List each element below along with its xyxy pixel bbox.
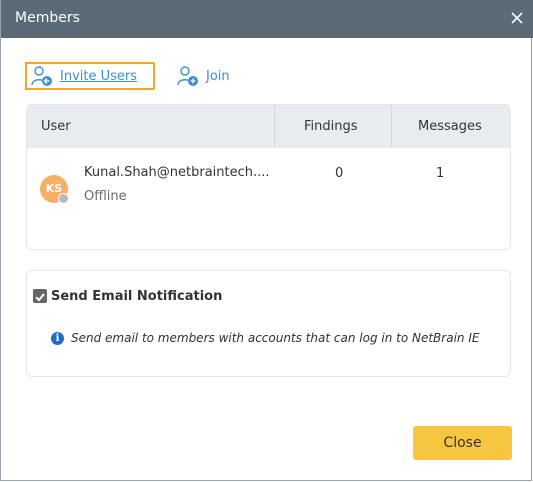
close-button[interactable]: Close	[413, 426, 512, 460]
members-table: User Findings Messages KS Kunal.Shah@net…	[26, 104, 511, 250]
table-header: User Findings Messages	[27, 105, 510, 148]
notification-panel: Send Email Notification i Send email to …	[26, 270, 511, 377]
column-divider	[274, 105, 275, 148]
dialog-title: Members	[15, 10, 80, 26]
info-icon: i	[51, 332, 64, 345]
join-user-icon	[177, 66, 198, 86]
column-header-user[interactable]: User	[41, 105, 71, 148]
member-messages: 1	[436, 166, 445, 181]
notification-info-text: Send email to members with accounts that…	[71, 331, 480, 345]
join-button[interactable]: Join	[176, 63, 230, 89]
member-status: Offline	[84, 189, 127, 204]
column-divider	[391, 105, 392, 148]
invite-user-icon	[31, 66, 52, 86]
table-row[interactable]: KS Kunal.Shah@netbraintech.... Offline 0…	[27, 148, 510, 208]
invite-users-label: Invite Users	[60, 68, 138, 84]
column-header-messages[interactable]: Messages	[418, 105, 482, 148]
close-icon[interactable]	[510, 11, 524, 25]
invite-users-button[interactable]: Invite Users	[25, 62, 155, 90]
send-email-label[interactable]: Send Email Notification	[51, 289, 222, 304]
offline-status-icon	[58, 193, 69, 204]
member-email: Kunal.Shah@netbraintech....	[84, 165, 270, 180]
send-email-checkbox[interactable]	[33, 289, 47, 303]
members-dialog: Members Invite Users Join User Findings …	[0, 0, 533, 481]
column-header-findings[interactable]: Findings	[304, 105, 358, 148]
dialog-titlebar: Members	[1, 0, 533, 38]
member-findings: 0	[335, 166, 344, 181]
join-label: Join	[206, 68, 230, 84]
checkmark-icon	[35, 293, 45, 302]
